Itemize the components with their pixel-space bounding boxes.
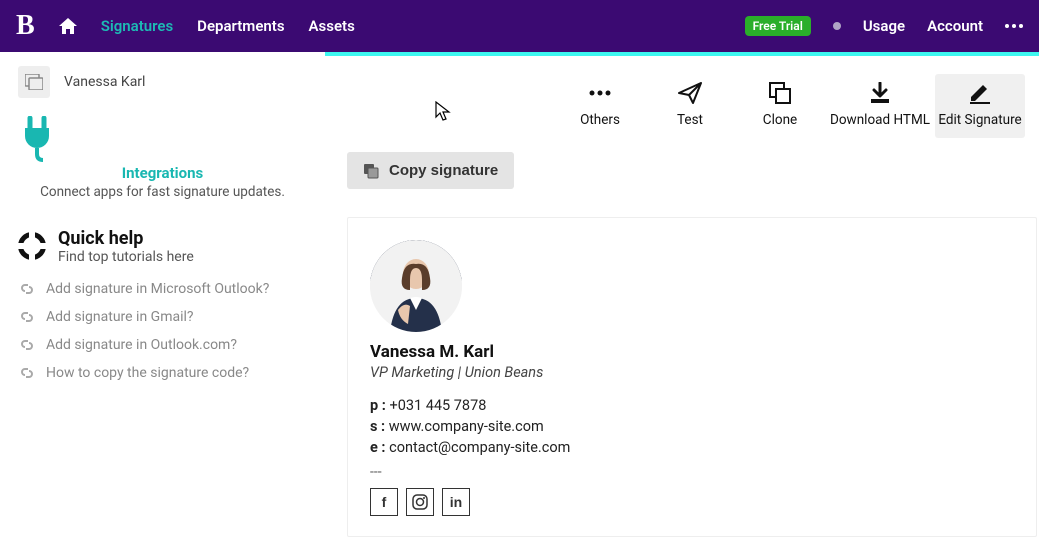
tool-label: Test (677, 112, 703, 128)
help-link-label: Add signature in Outlook.com? (46, 337, 237, 353)
nav-signatures[interactable]: Signatures (101, 17, 173, 35)
quick-help-subtitle: Find top tutorials here (58, 249, 194, 265)
phone-label: p : (370, 397, 386, 414)
help-links-list: Add signature in Microsoft Outlook? Add … (18, 275, 307, 387)
help-link-label: Add signature in Gmail? (46, 309, 194, 325)
email-value: contact@company-site.com (389, 439, 570, 456)
linkedin-icon[interactable]: in (442, 488, 470, 516)
signature-email: e : contact@company-site.com (370, 439, 1014, 456)
help-link-outlook[interactable]: Add signature in Microsoft Outlook? (18, 275, 307, 303)
copy-icon (363, 163, 379, 179)
status-dot (833, 22, 841, 30)
nav-assets[interactable]: Assets (309, 17, 355, 35)
tool-test[interactable]: Test (645, 74, 735, 138)
integrations-subtitle: Connect apps for fast signature updates. (18, 184, 307, 200)
tool-label: Edit Signature (938, 112, 1021, 128)
tool-clone[interactable]: Clone (735, 74, 825, 138)
nav-departments[interactable]: Departments (197, 17, 284, 35)
help-link-label: How to copy the signature code? (46, 365, 249, 381)
home-icon[interactable] (59, 18, 77, 34)
signature-title: VP Marketing | Union Beans (370, 364, 1014, 381)
avatar (370, 240, 462, 332)
free-trial-badge[interactable]: Free Trial (745, 16, 811, 36)
user-card-icon (18, 66, 50, 98)
site-value: www.company-site.com (389, 418, 544, 435)
help-link-gmail[interactable]: Add signature in Gmail? (18, 303, 307, 331)
nav-account[interactable]: Account (927, 17, 983, 35)
edit-icon (968, 80, 992, 106)
signature-name: Vanessa M. Karl (370, 342, 1014, 362)
link-icon (18, 364, 36, 382)
more-icon[interactable] (1005, 24, 1023, 28)
link-icon (18, 308, 36, 326)
tool-label: Download HTML (830, 112, 930, 128)
link-icon (18, 280, 36, 298)
lifering-icon (18, 232, 46, 260)
integrations-link[interactable]: Integrations (18, 164, 307, 182)
copy-button-label: Copy signature (389, 162, 498, 179)
phone-value: +031 445 7878 (389, 397, 486, 414)
copy-signature-button[interactable]: Copy signature (347, 152, 514, 189)
ellipsis-icon (587, 80, 613, 106)
signature-phone: p : +031 445 7878 (370, 397, 1014, 414)
link-icon (18, 336, 36, 354)
help-link-copycode[interactable]: How to copy the signature code? (18, 359, 307, 387)
tool-label: Clone (763, 112, 797, 128)
tool-label: Others (580, 112, 620, 128)
signature-preview: Vanessa M. Karl VP Marketing | Union Bea… (347, 217, 1037, 537)
facebook-icon[interactable]: f (370, 488, 398, 516)
help-link-outlookcom[interactable]: Add signature in Outlook.com? (18, 331, 307, 359)
app-logo[interactable]: B (16, 10, 35, 42)
sidebar-user-name: Vanessa Karl (64, 74, 145, 90)
help-link-label: Add signature in Microsoft Outlook? (46, 281, 269, 297)
tool-edit-signature[interactable]: Edit Signature (935, 74, 1025, 138)
signature-separator: --- (370, 464, 1014, 480)
clone-icon (769, 80, 791, 106)
paper-plane-icon (678, 80, 702, 106)
instagram-icon[interactable] (406, 488, 434, 516)
tool-download-html[interactable]: Download HTML (825, 74, 935, 138)
nav-usage[interactable]: Usage (863, 17, 905, 35)
email-label: e : (370, 439, 386, 456)
quick-help-title: Quick help (58, 228, 194, 249)
plug-icon (18, 116, 307, 162)
tool-others[interactable]: Others (555, 74, 645, 138)
signature-site: s : www.company-site.com (370, 418, 1014, 435)
site-label: s : (370, 418, 385, 435)
download-icon (869, 80, 891, 106)
user-row[interactable]: Vanessa Karl (18, 66, 307, 98)
